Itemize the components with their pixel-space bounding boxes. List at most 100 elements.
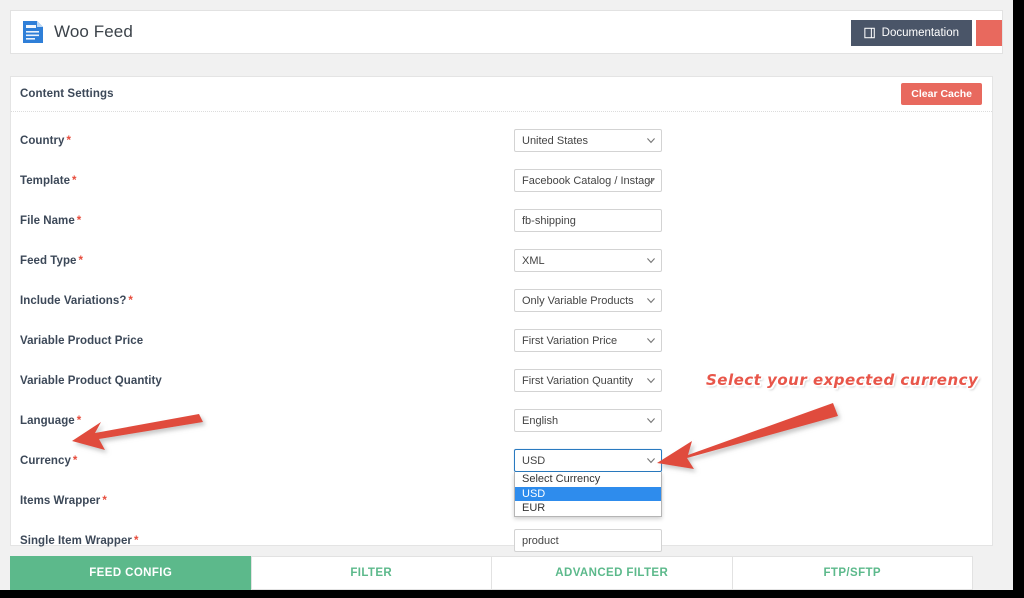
content-settings-panel: Content Settings Clear Cache Country * Uni…: [10, 76, 993, 552]
chevron-down-icon: [647, 257, 655, 264]
required-asterisk: *: [78, 255, 84, 267]
field-value: product: [522, 534, 559, 547]
chevron-down-icon: [647, 417, 655, 424]
chevron-down-icon: [647, 137, 655, 144]
panel-header: Content Settings Clear Cache: [11, 77, 992, 112]
app-brand: Woo Feed: [22, 20, 133, 44]
required-asterisk: *: [66, 135, 71, 147]
label-template: Template *: [20, 175, 77, 187]
required-asterisk: *: [133, 535, 139, 547]
field-wrap-file-name: fb-shipping: [514, 209, 662, 232]
label-text: Variable Product Price: [20, 335, 144, 347]
select-template[interactable]: Facebook Catalog / Instagr: [514, 169, 662, 192]
label-text: Country: [20, 135, 65, 147]
chevron-down-icon: [647, 177, 655, 184]
form-row-variable-product-price: Variable Product Price First Variation Pr…: [11, 325, 992, 365]
select-variable-product-price[interactable]: First Variation Price: [514, 329, 662, 352]
dropdown-option[interactable]: EUR: [515, 501, 661, 516]
label-single-item-wrapper: Single Item Wrapper *: [20, 535, 138, 547]
required-asterisk: *: [72, 455, 78, 467]
field-value: First Variation Price: [522, 334, 618, 347]
chevron-down-icon: [647, 297, 655, 304]
label-text: Include Variations?: [20, 295, 127, 307]
field-value: English: [522, 414, 559, 427]
label-variable-product-quantity: Variable Product Quantity: [20, 375, 162, 387]
field-wrap-language: English: [514, 409, 662, 432]
form-row-country: Country * United States: [11, 125, 992, 165]
field-wrap-currency: USD Select Currency USD EUR: [514, 449, 662, 517]
field-wrap-include-variations: Only Variable Products: [514, 289, 662, 312]
label-variable-product-price: Variable Product Price: [20, 335, 143, 347]
chevron-down-icon: [647, 457, 655, 464]
field-value: Facebook Catalog / Instagr: [522, 174, 654, 187]
chevron-down-icon: [647, 337, 655, 344]
select-variable-product-quantity[interactable]: First Variation Quantity: [514, 369, 662, 392]
select-language[interactable]: English: [514, 409, 662, 432]
form-row-currency: Currency * USD Select Currency USD EUR: [11, 445, 992, 517]
field-value: United States: [522, 134, 589, 147]
label-file-name: File Name *: [20, 215, 81, 227]
label-items-wrapper: Items Wrapper *: [20, 495, 107, 507]
bottom-tab-bar: FEED CONFIG FILTER ADVANCED FILTER FTP/SFTP: [10, 556, 973, 590]
label-text: File Name: [20, 215, 75, 227]
form-row-items-wrapper: Items Wrapper *: [11, 485, 992, 525]
app-header-panel: Woo Feed Documentation: [10, 10, 1003, 54]
tab-filter[interactable]: FILTER: [250, 556, 491, 590]
input-single-item-wrapper[interactable]: product: [514, 529, 662, 552]
label-text: Variable Product Quantity: [20, 375, 162, 387]
form-row-variable-product-quantity: Variable Product Quantity First Variation…: [11, 365, 992, 405]
dropdown-list-currency: Select Currency USD EUR: [514, 472, 662, 517]
required-asterisk: *: [72, 175, 77, 187]
field-wrap-template: Facebook Catalog / Instagr: [514, 169, 662, 192]
form-row-template: Template * Facebook Catalog / Instagr: [11, 165, 992, 205]
app-title: Woo Feed: [54, 22, 133, 41]
dropdown-option[interactable]: Select Currency: [515, 472, 661, 487]
label-text: Items Wrapper: [20, 495, 101, 507]
document-form-icon: [22, 20, 44, 44]
form-row-feed-type: Feed Type * XML: [11, 245, 992, 285]
tab-advanced-filter[interactable]: ADVANCED FILTER: [491, 556, 732, 590]
field-value: First Variation Quantity: [522, 374, 634, 387]
app-screen: Woo Feed Documentation Content Settings …: [0, 0, 1013, 590]
field-value: XML: [522, 254, 545, 267]
header-secondary-button[interactable]: [976, 20, 1002, 46]
tab-feed-config[interactable]: FEED CONFIG: [10, 556, 251, 590]
input-file-name[interactable]: fb-shipping: [514, 209, 662, 232]
field-value: fb-shipping: [522, 214, 576, 227]
label-text: Template: [20, 175, 71, 187]
panel-title: Content Settings: [20, 88, 114, 100]
field-wrap-feed-type: XML: [514, 249, 662, 272]
required-asterisk: *: [102, 495, 107, 507]
label-feed-type: Feed Type *: [20, 255, 83, 267]
label-currency: Currency *: [20, 455, 77, 467]
dropdown-option[interactable]: USD: [515, 486, 661, 501]
select-currency[interactable]: USD: [514, 449, 662, 472]
label-text: Single Item Wrapper: [20, 535, 132, 547]
label-text: Feed Type: [20, 255, 77, 267]
field-wrap-variable-product-quantity: First Variation Quantity: [514, 369, 662, 392]
clear-cache-button[interactable]: Clear Cache: [901, 83, 982, 105]
label-include-variations: Include Variations? *: [20, 295, 133, 307]
label-text: Language: [20, 415, 75, 427]
select-include-variations[interactable]: Only Variable Products: [514, 289, 662, 312]
select-feed-type[interactable]: XML: [514, 249, 662, 272]
select-country[interactable]: United States: [514, 129, 662, 152]
documentation-label: Documentation: [881, 27, 959, 39]
required-asterisk: *: [76, 415, 82, 427]
documentation-button[interactable]: Documentation: [850, 20, 972, 46]
form-row-include-variations: Include Variations? * Only Variable Produc…: [11, 285, 992, 325]
field-value: USD: [522, 454, 546, 467]
field-wrap-variable-product-price: First Variation Price: [514, 329, 662, 352]
field-wrap-country: United States: [514, 129, 662, 152]
tab-ftp-sftp[interactable]: FTP/SFTP: [731, 556, 973, 590]
field-value: Only Variable Products: [522, 294, 634, 307]
field-wrap-single-item-wrapper: product: [514, 529, 662, 552]
form-row-language: Language * English: [11, 405, 992, 445]
label-country: Country *: [20, 135, 71, 147]
chevron-down-icon: [647, 377, 655, 384]
required-asterisk: *: [76, 215, 82, 227]
label-language: Language *: [20, 415, 81, 427]
label-text: Currency: [20, 455, 71, 467]
required-asterisk: *: [128, 295, 133, 307]
form-row-file-name: File Name * fb-shipping: [11, 205, 992, 245]
